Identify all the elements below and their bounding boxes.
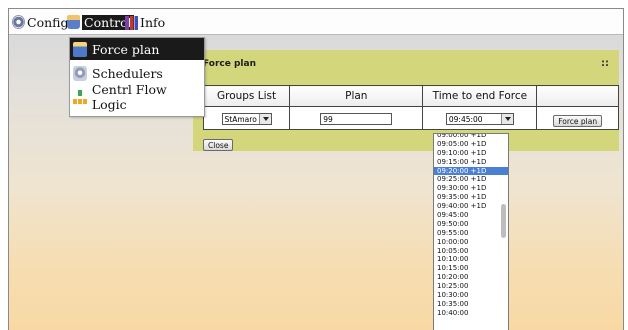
time-option[interactable]: 09:25:00 +1D	[434, 175, 508, 184]
chart-icon	[125, 16, 138, 30]
flow-icon	[73, 89, 87, 105]
time-option[interactable]: 09:05:00 +1D	[434, 140, 508, 149]
menu-config[interactable]: Config	[12, 13, 68, 31]
header-plan: Plan	[289, 85, 424, 107]
menu-info-label: Info	[140, 14, 166, 30]
dropdown-item-label: Centrl Flow Logic	[91, 82, 167, 112]
menu-control[interactable]: Control	[67, 13, 134, 31]
chevron-down-icon	[500, 114, 513, 124]
header-time-to-end: Time to end Force	[422, 85, 538, 107]
time-option[interactable]: 09:50:00	[434, 220, 508, 229]
time-option[interactable]: 10:05:00	[434, 247, 508, 256]
time-option[interactable]: 10:35:00	[434, 300, 508, 309]
time-option[interactable]: 09:00:00 +1D	[434, 134, 508, 140]
force-plan-table: Groups List Plan Time to end Force StAma…	[202, 85, 619, 130]
groups-select-value: StAmaro	[224, 115, 257, 124]
cell-groups-list: StAmaro	[202, 106, 291, 130]
time-option[interactable]: 10:30:00	[434, 291, 508, 300]
dropdown-item-label: Force plan	[92, 41, 160, 57]
menu-bar: Config Control Info	[9, 9, 623, 35]
time-option[interactable]: 10:20:00	[434, 273, 508, 282]
panel-title: Force plan	[203, 59, 256, 69]
chevron-down-icon	[258, 114, 271, 124]
hand-icon	[67, 15, 80, 29]
time-option[interactable]: 10:10:00	[434, 255, 508, 264]
hand-icon	[73, 41, 87, 57]
table-row: StAmaro 99 09:45:00 Force plan	[202, 106, 619, 130]
time-option[interactable]: 09:55:00	[434, 229, 508, 238]
time-option[interactable]: 10:15:00	[434, 264, 508, 273]
plan-input[interactable]: 99	[320, 113, 393, 125]
time-option[interactable]: 09:30:00 +1D	[434, 184, 508, 193]
dropdown-item-schedulers[interactable]: Schedulers	[70, 62, 204, 84]
cell-time: 09:45:00	[422, 106, 538, 130]
panel-drag-handle[interactable]: ::	[601, 58, 609, 69]
time-option[interactable]: 10:00:00	[434, 238, 508, 247]
time-option[interactable]: 09:35:00 +1D	[434, 193, 508, 202]
time-select-value: 09:45:00	[448, 115, 483, 124]
groups-select[interactable]: StAmaro	[221, 113, 272, 125]
menu-info[interactable]: Info	[125, 13, 165, 31]
force-plan-button[interactable]: Force plan	[553, 114, 603, 127]
dropdown-item-central-flow-logic[interactable]: Centrl Flow Logic	[70, 82, 204, 112]
dropdown-item-force-plan[interactable]: Force plan	[70, 38, 204, 60]
header-groups-list: Groups List	[202, 85, 291, 107]
header-empty	[536, 85, 619, 107]
time-option[interactable]: 10:25:00	[434, 282, 508, 291]
close-button[interactable]: Close	[203, 139, 234, 151]
list-scrollbar[interactable]	[501, 204, 506, 238]
time-option[interactable]: 10:40:00	[434, 309, 508, 318]
clock-icon	[73, 65, 87, 81]
control-dropdown-menu: Force plan Schedulers Centrl Flow Logic	[69, 37, 205, 117]
time-option[interactable]: 09:40:00 +1D	[434, 202, 508, 211]
menu-config-label: Config	[27, 14, 69, 30]
time-option[interactable]: 09:10:00 +1D	[434, 149, 508, 158]
cell-plan: 99	[289, 106, 424, 130]
time-options-list[interactable]: 09:00:00 +1D 09:05:00 +1D 09:10:00 +1D 09:1…	[433, 133, 509, 330]
gear-icon	[12, 15, 25, 29]
time-option[interactable]: 09:45:00	[434, 211, 508, 220]
table-header-row: Groups List Plan Time to end Force	[202, 85, 619, 107]
app-frame: Config Control Info Force plan Scheduler…	[8, 8, 624, 330]
dropdown-item-label: Schedulers	[92, 65, 163, 81]
time-option[interactable]: 09:15:00 +1D	[434, 158, 508, 167]
time-option[interactable]: 09:20:00 +1D	[434, 166, 508, 176]
time-select[interactable]: 09:45:00	[445, 113, 514, 125]
cell-action: Force plan	[536, 106, 619, 130]
force-plan-panel: Force plan :: Groups List Plan Time to e…	[193, 50, 619, 151]
